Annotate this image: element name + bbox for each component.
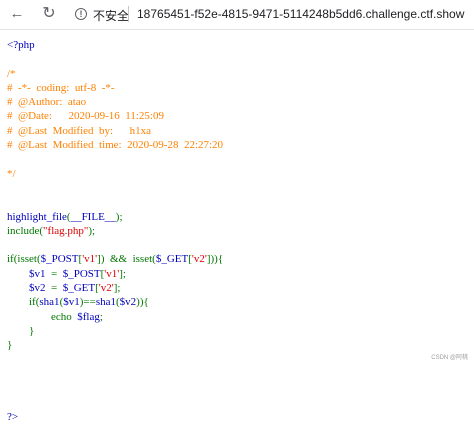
code-line: include("flag.php"); [7,224,223,238]
code-token: # @Last Modified by: h1xa [7,124,151,137]
code-token: ?> [7,410,19,423]
code-token: 'v1' [104,267,120,280]
code-line: # @Author: atao [7,95,223,109]
code-token: $_POST [40,253,79,266]
reload-icon[interactable]: ↻ [40,5,58,23]
code-token: ])){ [206,253,224,266]
warning-info-icon[interactable]: ! [75,8,87,20]
code-line: # @Date: 2020-09-16 11:25:09 [7,109,223,123]
code-token: ; [99,310,103,323]
code-token: ]) && isset( [97,253,156,266]
code-token: ); [115,210,123,223]
code-line: } [7,324,223,338]
code-line: if(sha1($v1)==sha1($v2)){ [7,295,223,309]
code-line: /* [7,67,223,81]
code-token: "flag.php" [43,224,89,237]
code-token: # @Date: 2020-09-16 11:25:09 [7,110,164,123]
code-line: } [7,338,223,352]
security-status-label[interactable]: 不安全 [93,7,129,24]
code-token: $_GET [62,282,96,295]
source-code-block: <?php /* # -*- coding: utf-8 -*- # @Author:… [0,38,223,424]
code-line: */ [7,167,223,181]
code-token: $_POST [62,267,101,280]
code-token: echo [51,310,78,323]
code-line: echo $flag; [7,310,223,324]
code-token: */ [7,167,16,180]
code-token: $v1 [29,267,51,280]
code-line: # @Last Modified time: 2020-09-28 22:27:… [7,138,223,152]
code-token: )== [79,296,96,309]
code-token: sha1 [95,296,116,309]
code-line: if(isset($_POST['v1']) && isset($_GET['v… [7,252,223,266]
back-arrow-icon[interactable]: ← [8,5,26,23]
code-line: # @Last Modified by: h1xa [7,124,223,138]
code-token: highlight_file [7,210,67,223]
code-line: # -*- coding: utf-8 -*- [7,81,223,95]
code-token: /* [7,67,16,80]
code-token: = [51,267,63,280]
code-token: } [7,339,13,352]
code-token: ]; [113,282,121,295]
code-line: highlight_file(__FILE__); [7,210,223,224]
code-token: ); [88,224,96,237]
code-token: $v2 [119,296,137,309]
code-token: include( [7,224,44,237]
code-token: } [29,324,35,337]
code-token: $v2 [29,282,51,295]
code-token: <?php [7,39,35,51]
code-line: <?php [7,38,223,52]
code-line: $v2 = $_GET['v2']; [7,281,223,295]
address-separator [128,6,129,22]
url-text[interactable]: 18765451-f52e-4815-9471-5114248b5dd6.cha… [137,7,464,21]
code-token: 'v2' [98,282,114,295]
watermark: CSDN @阿桃 [431,355,468,361]
code-token: ]; [119,267,126,280]
code-token: if( [29,296,40,309]
address-bar: ← ↻ ! 不安全 18765451-f52e-4815-9471-511424… [0,0,474,30]
code-token: $flag [77,310,100,323]
code-token: 'v1' [82,253,98,266]
code-token: )){ [136,296,149,309]
code-token: if(isset( [7,253,41,266]
code-token: = [51,282,63,295]
code-line: ?> [7,410,223,424]
code-token: __FILE__ [70,210,116,223]
code-line: $v1 = $_POST['v1']; [7,267,223,281]
code-token: sha1 [39,296,60,309]
code-token: $v1 [63,296,80,309]
code-token: 'v2' [191,253,207,266]
code-token: # @Author: atao [7,96,87,109]
code-token: $_GET [155,253,189,266]
code-token: # -*- coding: utf-8 -*- [7,81,115,94]
code-token: # @Last Modified time: 2020-09-28 22:27:… [7,139,224,152]
